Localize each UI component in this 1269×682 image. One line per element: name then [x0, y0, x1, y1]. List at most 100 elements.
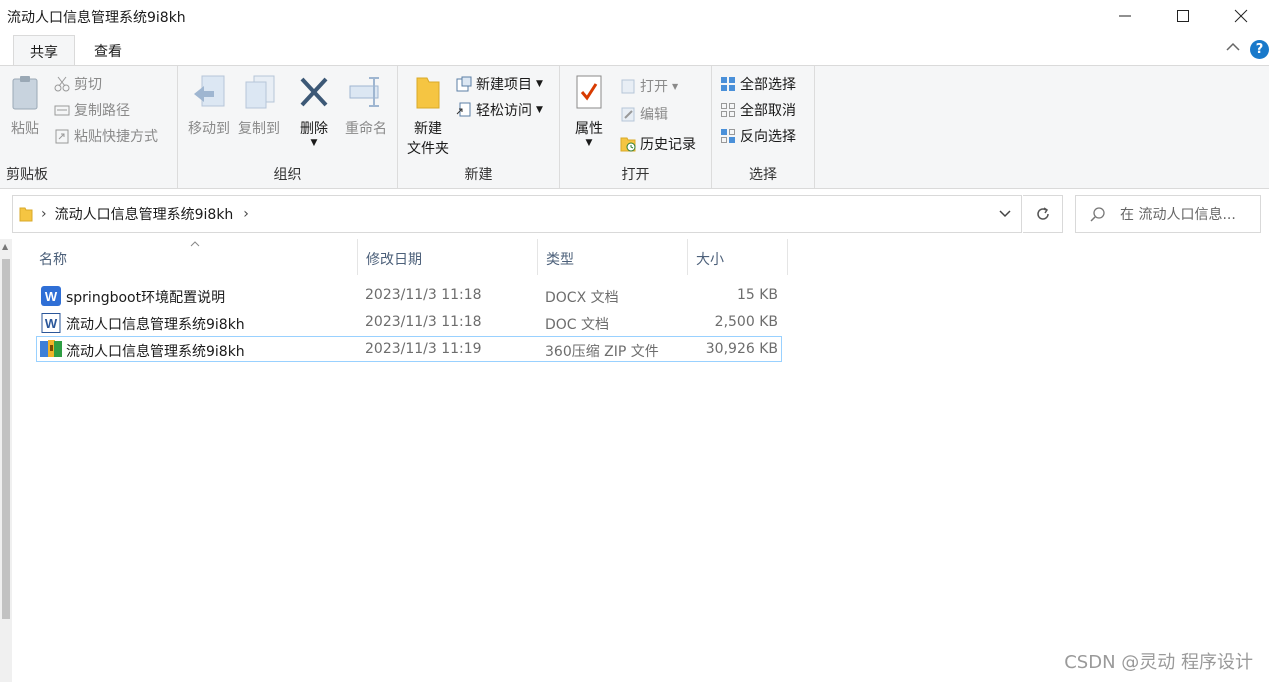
- column-header-date[interactable]: 修改日期: [358, 239, 538, 275]
- copy-path-icon: [54, 105, 70, 116]
- help-icon[interactable]: ?: [1250, 40, 1269, 59]
- cut-button[interactable]: 剪切: [54, 74, 102, 94]
- select-all-button[interactable]: 全部选择: [720, 74, 796, 94]
- scissors-icon: [54, 76, 70, 92]
- address-history-dropdown-icon[interactable]: [999, 210, 1011, 218]
- tab-share[interactable]: 共享: [13, 35, 75, 65]
- file-date: 2023/11/3 11:19: [365, 341, 482, 357]
- paste-button[interactable]: 粘贴: [6, 74, 44, 138]
- folder-small-icon: [19, 207, 33, 222]
- column-header-size[interactable]: 大小: [688, 239, 788, 275]
- properties-dropdown-icon[interactable]: ▼: [568, 138, 610, 148]
- copy-path-label: 复制路径: [74, 103, 130, 119]
- refresh-button[interactable]: [1023, 195, 1063, 233]
- select-group-label: 选择: [749, 167, 777, 183]
- easy-access-icon: [456, 102, 471, 117]
- file-size: 15 KB: [736, 287, 778, 303]
- select-all-label: 全部选择: [740, 77, 796, 93]
- word-doc-icon: W: [41, 313, 61, 333]
- minimize-button[interactable]: [1096, 0, 1154, 32]
- address-bar[interactable]: › 流动人口信息管理系统9i8kh ›: [12, 195, 1022, 233]
- column-header-name[interactable]: 名称: [31, 239, 358, 275]
- organize-group-label: 组织: [273, 167, 302, 183]
- close-icon: [1234, 9, 1248, 23]
- search-icon: [1090, 207, 1105, 222]
- open-button[interactable]: 打开 ▼: [620, 76, 678, 96]
- collapse-ribbon-icon[interactable]: [1226, 42, 1240, 52]
- breadcrumb-path[interactable]: 流动人口信息管理系统9i8kh: [55, 204, 234, 224]
- new-item-icon: [456, 76, 472, 92]
- history-label: 历史记录: [640, 137, 696, 153]
- open-group-label: 打开: [621, 167, 650, 183]
- scroll-up-icon[interactable]: ▲: [2, 242, 8, 251]
- edit-pencil-icon: [621, 107, 635, 122]
- copy-path-button[interactable]: 复制路径: [54, 100, 130, 120]
- search-box[interactable]: 在 流动人口信息...: [1075, 195, 1261, 233]
- copy-to-label: 复制到: [238, 121, 280, 137]
- file-date: 2023/11/3 11:18: [365, 287, 482, 303]
- properties-button[interactable]: 属性 ▼: [568, 74, 610, 148]
- copy-to-icon: [245, 75, 275, 109]
- close-button[interactable]: [1212, 0, 1269, 32]
- new-folder-button[interactable]: 新建 文件夹: [402, 74, 454, 158]
- scrollbar-thumb[interactable]: [2, 259, 10, 619]
- copy-to-button[interactable]: 复制到: [234, 74, 284, 138]
- file-list-area: ▲ 名称 修改日期 类型 大小 W springboot环境配置说明 2023/…: [0, 239, 1269, 682]
- new-item-button[interactable]: 新建项目 ▼: [456, 74, 543, 94]
- invert-selection-label: 反向选择: [740, 129, 796, 145]
- file-date: 2023/11/3 11:18: [365, 314, 482, 330]
- maximize-button[interactable]: [1154, 0, 1212, 32]
- maximize-icon: [1177, 10, 1189, 22]
- easy-access-button[interactable]: 轻松访问 ▼: [456, 100, 543, 120]
- refresh-icon: [1036, 207, 1049, 220]
- file-size: 2,500 KB: [714, 314, 778, 330]
- new-item-dropdown-icon: ▼: [536, 79, 543, 89]
- delete-label: 删除: [300, 121, 328, 137]
- file-type: 360压缩 ZIP 文件: [545, 344, 659, 360]
- paste-shortcut-icon: [55, 129, 69, 144]
- history-button[interactable]: 历史记录: [620, 134, 696, 154]
- minimize-icon: [1119, 15, 1131, 17]
- cut-label: 剪切: [74, 77, 102, 93]
- file-row[interactable]: W springboot环境配置说明 2023/11/3 11:18 DOCX …: [36, 283, 782, 309]
- nav-pane-scrollbar[interactable]: ▲: [0, 239, 12, 682]
- search-placeholder: 在 流动人口信息...: [1120, 207, 1236, 223]
- new-item-label: 新建项目: [476, 77, 532, 93]
- rename-button[interactable]: 重命名: [340, 74, 392, 138]
- file-type: DOC 文档: [545, 317, 610, 333]
- new-folder-label-2: 文件夹: [407, 141, 449, 157]
- easy-access-label: 轻松访问: [476, 103, 532, 119]
- move-to-button[interactable]: 移动到: [184, 74, 234, 138]
- wps-docx-icon: W: [41, 286, 61, 306]
- edit-label: 编辑: [640, 107, 668, 123]
- select-none-button[interactable]: 全部取消: [720, 100, 796, 120]
- breadcrumb-chevron-icon[interactable]: ›: [41, 206, 47, 222]
- file-row[interactable]: W 流动人口信息管理系统9i8kh 2023/11/3 11:18 DOC 文档…: [36, 310, 782, 336]
- edit-button[interactable]: 编辑: [620, 104, 668, 124]
- open-icon: [621, 79, 635, 94]
- select-all-icon: [721, 77, 735, 91]
- delete-dropdown-icon[interactable]: ▼: [292, 138, 336, 148]
- paste-shortcut-button[interactable]: 粘贴快捷方式: [54, 126, 158, 146]
- title-bar: 流动人口信息管理系统9i8kh: [0, 0, 1269, 32]
- new-group-label: 新建: [464, 167, 493, 183]
- delete-x-icon: [300, 77, 328, 107]
- move-to-label: 移动到: [188, 121, 230, 137]
- clipboard-icon: [12, 76, 38, 110]
- invert-selection-icon: [721, 129, 735, 143]
- file-name: 流动人口信息管理系统9i8kh: [66, 317, 245, 333]
- file-row[interactable]: 流动人口信息管理系统9i8kh 2023/11/3 11:19 360压缩 ZI…: [36, 336, 782, 362]
- properties-label: 属性: [575, 121, 603, 137]
- column-header-type[interactable]: 类型: [538, 239, 688, 275]
- delete-button[interactable]: 删除 ▼: [292, 74, 336, 148]
- rename-label: 重命名: [345, 121, 387, 137]
- invert-selection-button[interactable]: 反向选择: [720, 126, 796, 146]
- file-type: DOCX 文档: [545, 290, 619, 306]
- ribbon-tabs: 共享 查看 ?: [0, 32, 1269, 65]
- easy-access-dropdown-icon: ▼: [536, 105, 543, 115]
- watermark: CSDN @灵动 程序设计: [1064, 652, 1253, 673]
- file-size: 30,926 KB: [705, 341, 778, 357]
- clipboard-group: 粘贴 剪切 复制路径 粘贴快捷方式 剪贴板: [0, 66, 178, 188]
- breadcrumb-end-chevron-icon[interactable]: ›: [243, 206, 249, 222]
- tab-view[interactable]: 查看: [78, 35, 138, 65]
